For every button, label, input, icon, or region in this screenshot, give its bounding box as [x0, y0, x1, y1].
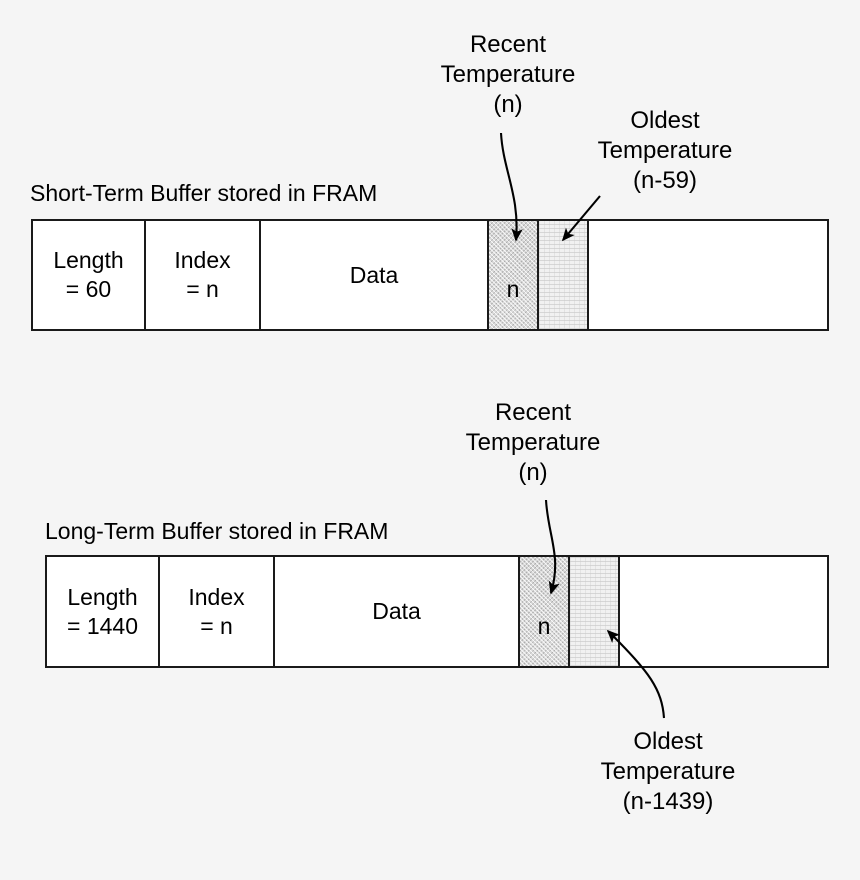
index-value: = n [200, 612, 233, 639]
length-label: Length [53, 247, 124, 273]
short-term-length-cell: Length = 60 [33, 221, 146, 329]
index-label: Index [188, 583, 245, 610]
length-value: = 1440 [67, 612, 138, 639]
index-value: = n [186, 276, 219, 302]
long-term-recent-temperature-callout: Recent Temperature (n) [448, 398, 618, 488]
callout-line: Oldest [630, 107, 700, 134]
callout-line: (n) [518, 459, 548, 486]
long-term-data-cell: Data [275, 557, 520, 666]
short-term-recent-temperature-cell: n [489, 221, 539, 329]
recent-temperature-value: n [506, 276, 520, 302]
long-term-oldest-temperature-cell [570, 557, 620, 666]
short-term-oldest-temperature-cell [539, 221, 589, 329]
long-term-buffer-box: Length = 1440 Index = n Data n [45, 555, 829, 668]
short-term-buffer-title: Short-Term Buffer stored in FRAM [30, 180, 378, 206]
short-term-buffer-box: Length = 60 Index = n Data n [31, 219, 829, 331]
callout-line: Oldest [633, 728, 703, 755]
long-term-free-space-cell [620, 557, 827, 666]
length-label: Length [67, 583, 138, 610]
short-term-data-cell: Data [261, 221, 489, 329]
callout-line: Temperature [600, 758, 736, 785]
short-term-recent-temperature-callout: Recent Temperature (n) [423, 30, 593, 120]
long-term-index-cell: Index = n [160, 557, 275, 666]
callout-line: Temperature [597, 137, 733, 164]
recent-temperature-value: n [537, 613, 551, 639]
callout-line: Recent [469, 31, 547, 58]
short-term-oldest-temperature-callout: Oldest Temperature (n-59) [580, 106, 750, 196]
data-label: Data [372, 598, 421, 624]
callout-line: (n-59) [632, 167, 698, 194]
buffer-layout-diagram: Recent Temperature (n) Oldest Temperatur… [0, 0, 860, 880]
callout-line: Recent [494, 399, 572, 426]
long-term-recent-temperature-cell: n [520, 557, 570, 666]
long-term-oldest-temperature-callout: Oldest Temperature (n-1439) [578, 727, 758, 817]
callout-line: (n-1439) [622, 788, 714, 815]
short-term-index-cell: Index = n [146, 221, 261, 329]
length-value: = 60 [65, 276, 112, 302]
short-term-free-space-cell [589, 221, 827, 329]
long-term-buffer-title: Long-Term Buffer stored in FRAM [45, 518, 389, 544]
data-label: Data [349, 261, 399, 288]
index-label: Index [174, 247, 231, 273]
long-term-length-cell: Length = 1440 [47, 557, 160, 666]
callout-line: (n) [493, 91, 523, 118]
callout-line: Temperature [440, 61, 576, 88]
callout-line: Temperature [465, 429, 601, 456]
